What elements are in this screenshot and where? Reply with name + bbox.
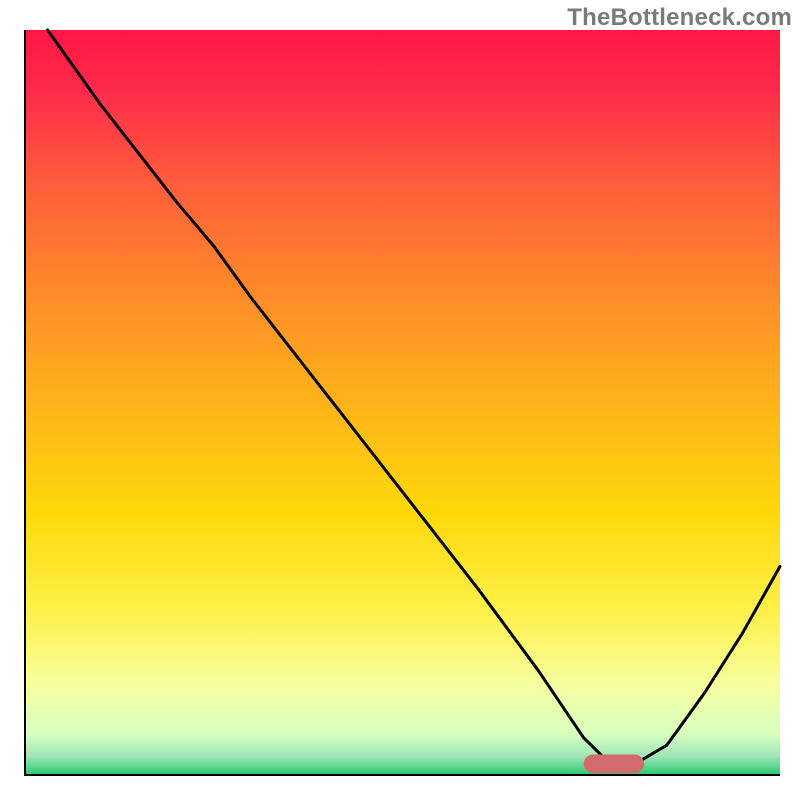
bottleneck-chart <box>0 0 800 800</box>
chart-container: TheBottleneck.com <box>0 0 800 800</box>
watermark-text: TheBottleneck.com <box>567 4 792 32</box>
optimal-zone-marker <box>584 755 644 774</box>
plot-background <box>25 30 780 775</box>
